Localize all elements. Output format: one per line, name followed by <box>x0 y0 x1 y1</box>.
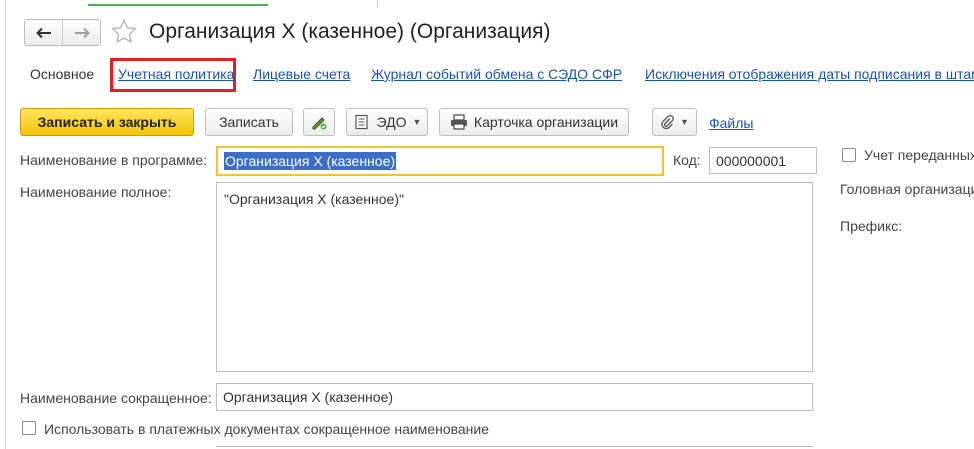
window-left-border <box>0 0 6 449</box>
full-name-label: Наименование полное: <box>20 184 172 200</box>
organization-card-label: Карточка организации <box>473 114 619 130</box>
account-transferred-checkbox[interactable] <box>842 148 856 162</box>
tab-main[interactable]: Основное <box>30 66 94 82</box>
tab-separator <box>377 0 378 8</box>
tab-accounting-policy[interactable]: Учетная политика <box>118 66 234 82</box>
arrow-left-icon <box>35 27 51 38</box>
attachments-button[interactable]: ▼ <box>652 108 697 136</box>
page-title: Организация Х (казенное) (Организация) <box>149 20 551 43</box>
code-input[interactable]: 000000001 <box>709 147 817 174</box>
name-input[interactable]: Организация Х (казенное) <box>216 146 664 176</box>
next-field-border <box>216 446 813 447</box>
paperclip-icon <box>661 114 674 130</box>
star-icon[interactable] <box>110 18 138 46</box>
tab-sedo-exchange-log[interactable]: Журнал событий обмена с СЭДО СФР <box>371 66 622 82</box>
full-name-textarea[interactable]: "Организация Х (казенное)" <box>216 182 813 372</box>
name-label: Наименование в программе: <box>20 152 208 168</box>
active-tab-indicator <box>88 4 268 6</box>
chevron-down-icon: ▼ <box>412 117 422 127</box>
edo-menu-button[interactable]: ЭДО ▼ <box>346 108 428 136</box>
nav-button-group <box>24 19 101 46</box>
tab-personal-accounts[interactable]: Лицевые счета <box>253 66 350 82</box>
name-input-value: Организация Х (казенное) <box>224 152 397 170</box>
head-organization-label: Головная организаци <box>840 181 974 197</box>
document-exchange-icon <box>354 114 368 130</box>
files-link[interactable]: Файлы <box>709 115 753 131</box>
save-and-close-button[interactable]: Записать и закрыть <box>20 108 194 136</box>
save-button[interactable]: Записать <box>205 108 293 136</box>
short-name-input[interactable]: Организация Х (казенное) <box>216 383 813 411</box>
arrow-right-icon <box>74 27 90 38</box>
organization-card-button[interactable]: Карточка организации <box>439 108 629 136</box>
prefix-label: Префикс: <box>840 218 903 234</box>
short-name-label: Наименование сокращенное: <box>20 390 212 406</box>
forward-button[interactable] <box>62 20 100 45</box>
chevron-down-icon: ▼ <box>680 117 689 127</box>
edo-label: ЭДО <box>376 114 407 130</box>
code-label: Код: <box>673 152 701 168</box>
tab-signature-date-exceptions[interactable]: Исключения отображения даты подписания в… <box>645 66 974 82</box>
sign-button[interactable] <box>303 108 335 136</box>
back-button[interactable] <box>25 20 62 45</box>
account-transferred-label: Учет переданных <box>864 147 974 163</box>
use-short-name-checkbox[interactable] <box>22 421 36 435</box>
printer-icon <box>450 114 467 130</box>
pen-sign-icon <box>312 117 327 130</box>
use-short-name-label: Использовать в платежных документах сокр… <box>44 421 490 437</box>
